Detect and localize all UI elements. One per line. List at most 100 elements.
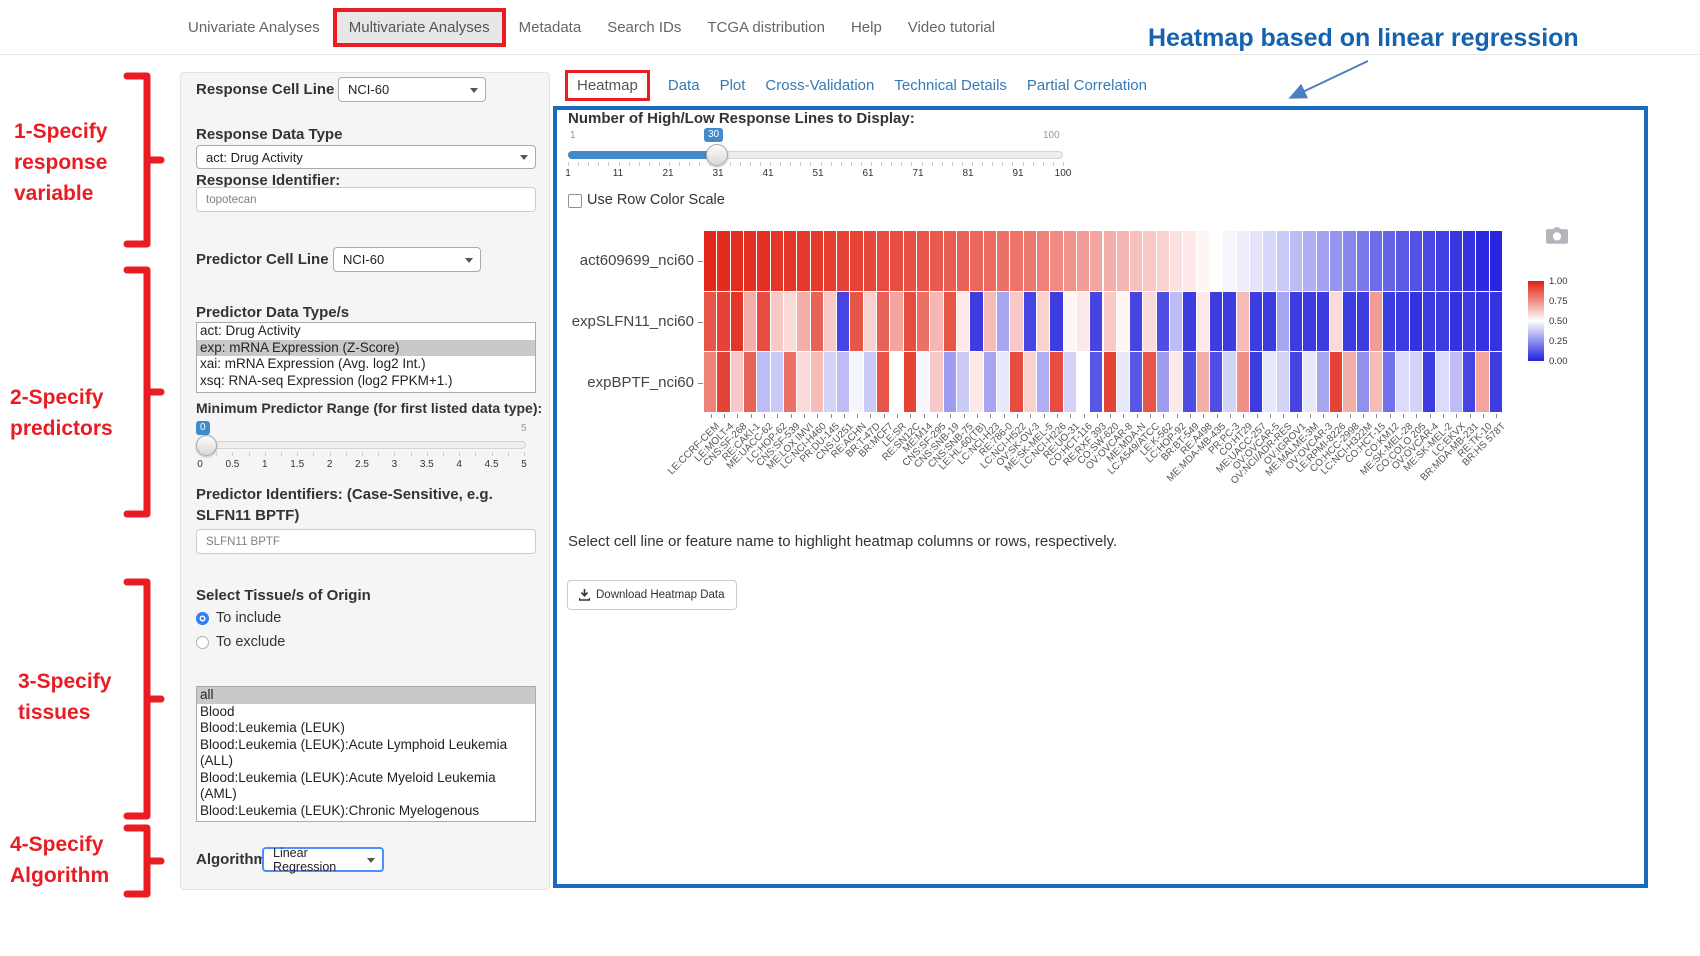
- heatmap-cell[interactable]: [1330, 292, 1342, 352]
- heatmap-cell[interactable]: [1277, 352, 1289, 412]
- heatmap-cell[interactable]: [864, 231, 876, 291]
- heatmap-cell[interactable]: [717, 292, 729, 352]
- heatmap-cell[interactable]: [1357, 231, 1369, 291]
- heatmap-cell[interactable]: [1357, 352, 1369, 412]
- heatmap-cell[interactable]: [1490, 352, 1502, 412]
- heatmap-cell[interactable]: [944, 231, 956, 291]
- heatmap-row-label-expbptf-nci60[interactable]: expBPTF_nci60: [518, 374, 694, 391]
- heatmap-cell[interactable]: [744, 231, 756, 291]
- heatmap-cell[interactable]: [824, 352, 836, 412]
- predictor-cell-line-set-select[interactable]: NCI-60: [333, 247, 481, 272]
- heatmap-cell[interactable]: [1370, 231, 1382, 291]
- heatmap-cell[interactable]: [1077, 292, 1089, 352]
- heatmap-cell[interactable]: [1223, 231, 1235, 291]
- heatmap-cell[interactable]: [1037, 292, 1049, 352]
- tab-technical-details[interactable]: Technical Details: [892, 73, 1009, 98]
- heatmap-cell[interactable]: [1290, 292, 1302, 352]
- heatmap-cell[interactable]: [930, 352, 942, 412]
- tissue-include-radio[interactable]: To include: [196, 610, 281, 626]
- nav-item-video-tutorial[interactable]: Video tutorial: [895, 10, 1008, 45]
- heatmap-cell[interactable]: [1370, 352, 1382, 412]
- heatmap-cell[interactable]: [1476, 231, 1488, 291]
- heatmap-cell[interactable]: [1357, 292, 1369, 352]
- heatmap-cell[interactable]: [1343, 292, 1355, 352]
- heatmap-cell[interactable]: [1290, 352, 1302, 412]
- heatmap-cell[interactable]: [1064, 292, 1076, 352]
- heatmap-cell[interactable]: [1223, 292, 1235, 352]
- heatmap-cell[interactable]: [1130, 231, 1142, 291]
- heatmap-cell[interactable]: [1463, 292, 1475, 352]
- heatmap-cell[interactable]: [1237, 352, 1249, 412]
- heatmap-cell[interactable]: [784, 231, 796, 291]
- heatmap-cell[interactable]: [1143, 352, 1155, 412]
- heatmap-cell[interactable]: [1210, 292, 1222, 352]
- heatmap-cell[interactable]: [811, 231, 823, 291]
- heatmap-cell[interactable]: [877, 292, 889, 352]
- heatmap-cell[interactable]: [811, 352, 823, 412]
- heatmap-cell[interactable]: [797, 231, 809, 291]
- heatmap-cell[interactable]: [850, 231, 862, 291]
- heatmap-cell[interactable]: [904, 292, 916, 352]
- heatmap-cell[interactable]: [1024, 231, 1036, 291]
- tissue-option-blood-leukemia-leuk-chronic-myelogenous-[interactable]: Blood:Leukemia (LEUK):Chronic Myelogenou…: [197, 803, 535, 823]
- heatmap-cell[interactable]: [1104, 231, 1116, 291]
- heatmap-cell[interactable]: [984, 352, 996, 412]
- heatmap-cell[interactable]: [1104, 352, 1116, 412]
- heatmap-cell[interactable]: [1343, 231, 1355, 291]
- heatmap-cell[interactable]: [1303, 231, 1315, 291]
- heatmap-cell[interactable]: [1423, 352, 1435, 412]
- heatmap-cell[interactable]: [1157, 352, 1169, 412]
- heatmap-cell[interactable]: [1050, 352, 1062, 412]
- min-range-slider-track[interactable]: [196, 441, 526, 449]
- nav-item-univariate-analyses[interactable]: Univariate Analyses: [175, 10, 333, 45]
- heatmap-cell[interactable]: [1037, 231, 1049, 291]
- predictor-data-type-option-exp-mrna-expression-z-score[interactable]: exp: mRNA Expression (Z-Score): [197, 340, 535, 357]
- heatmap-cell[interactable]: [850, 292, 862, 352]
- heatmap-cell[interactable]: [1130, 292, 1142, 352]
- heatmap-cell[interactable]: [784, 292, 796, 352]
- heatmap-cell[interactable]: [1090, 231, 1102, 291]
- heatmap-cell[interactable]: [1490, 231, 1502, 291]
- heatmap-cell[interactable]: [1010, 352, 1022, 412]
- heatmap-cell[interactable]: [1250, 231, 1262, 291]
- heatmap-cell[interactable]: [944, 292, 956, 352]
- heatmap-cell[interactable]: [970, 231, 982, 291]
- heatmap-cell[interactable]: [1396, 352, 1408, 412]
- heatmap-cell[interactable]: [824, 231, 836, 291]
- heatmap-cell[interactable]: [1117, 231, 1129, 291]
- heatmap-cell[interactable]: [1223, 352, 1235, 412]
- heatmap-cell[interactable]: [1143, 292, 1155, 352]
- heatmap-cell[interactable]: [957, 292, 969, 352]
- heatmap-cell[interactable]: [837, 292, 849, 352]
- heatmap-cell[interactable]: [877, 231, 889, 291]
- heatmap-cell[interactable]: [1436, 352, 1448, 412]
- nav-item-help[interactable]: Help: [838, 10, 895, 45]
- nav-item-multivariate-analyses[interactable]: Multivariate Analyses: [333, 8, 506, 47]
- heatmap-cell[interactable]: [757, 352, 769, 412]
- download-heatmap-data-button[interactable]: Download Heatmap Data: [567, 580, 737, 610]
- heatmap-cell[interactable]: [1450, 231, 1462, 291]
- nav-item-search-ids[interactable]: Search IDs: [594, 10, 694, 45]
- heatmap-cell[interactable]: [1170, 292, 1182, 352]
- heatmap-cell[interactable]: [877, 352, 889, 412]
- heatmap-cell[interactable]: [704, 292, 716, 352]
- heatmap-cell[interactable]: [1277, 292, 1289, 352]
- heatmap-cell[interactable]: [930, 231, 942, 291]
- heatmap-cell[interactable]: [1476, 292, 1488, 352]
- heatmap-cell[interactable]: [1077, 231, 1089, 291]
- heatmap-cell[interactable]: [1237, 231, 1249, 291]
- heatmap-cell[interactable]: [1183, 352, 1195, 412]
- heatmap-cell[interactable]: [1450, 352, 1462, 412]
- heatmap-cell[interactable]: [1410, 352, 1422, 412]
- heatmap-cell[interactable]: [1396, 231, 1408, 291]
- tissue-option-all[interactable]: all: [197, 687, 535, 704]
- tissue-option-blood-leukemia-leuk-acute-lymphoid-leuke[interactable]: Blood:Leukemia (LEUK):Acute Lymphoid Leu…: [197, 737, 535, 770]
- heatmap-cell[interactable]: [864, 352, 876, 412]
- heatmap-cell[interactable]: [1010, 292, 1022, 352]
- heatmap-cell[interactable]: [824, 292, 836, 352]
- heatmap-cell[interactable]: [1277, 231, 1289, 291]
- heatmap-cell[interactable]: [904, 352, 916, 412]
- heatmap-cell[interactable]: [1157, 292, 1169, 352]
- heatmap-cell[interactable]: [771, 292, 783, 352]
- nav-item-metadata[interactable]: Metadata: [506, 10, 595, 45]
